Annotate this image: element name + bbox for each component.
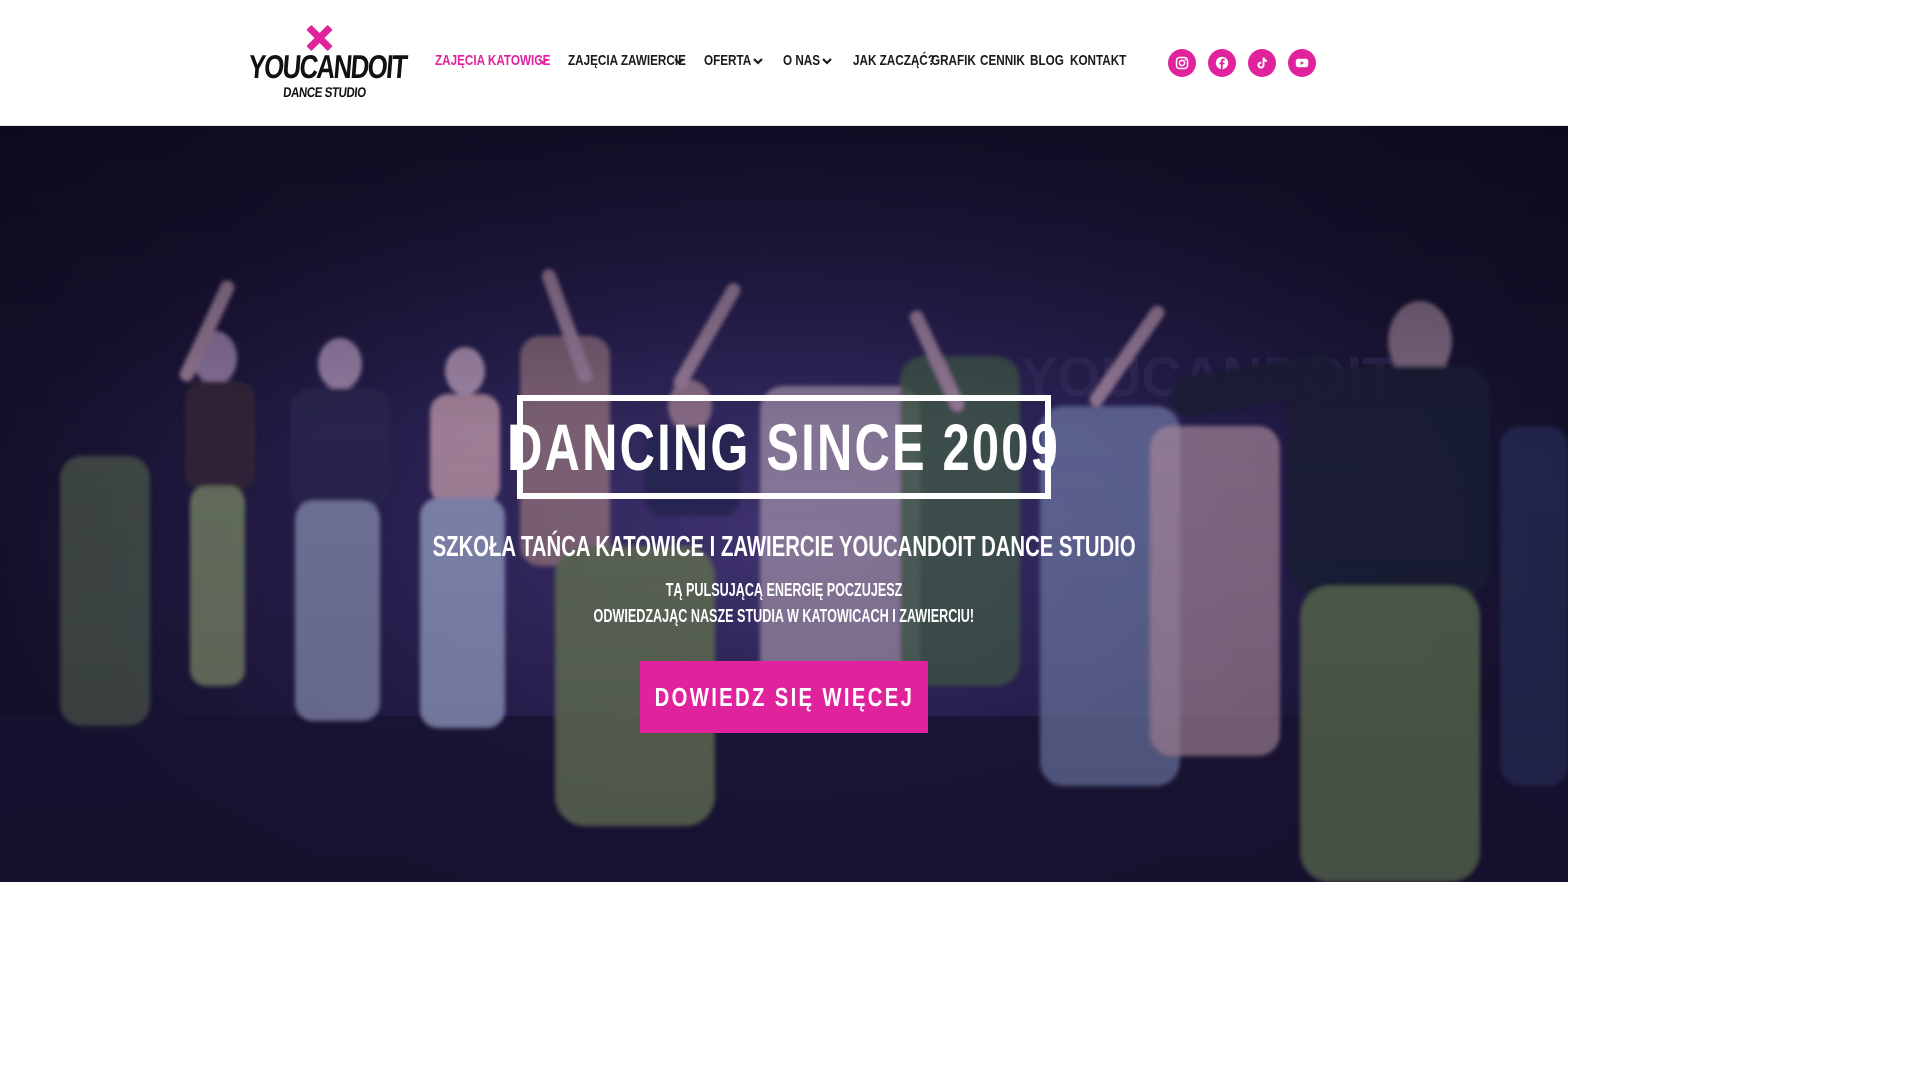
youtube-icon (1295, 58, 1309, 68)
headline-frame: DANCING SINCE 2009 (508, 395, 1058, 499)
learn-more-button[interactable]: DOWIEDZ SIĘ WIĘCEJ (640, 661, 928, 733)
chevron-down-icon (822, 56, 832, 66)
nav-item-label: JAK ZACZĄĆ? (853, 52, 935, 69)
nav-item-label: KONTAKT (1070, 52, 1127, 69)
logo-wordmark: YOUCANDOIT (247, 48, 408, 85)
logo[interactable]: YOUCANDOIT DANCE STUDIO (247, 22, 408, 104)
nav-item-zajecia-zawiercie[interactable]: ZAJĘCIA ZAWIERCIE (568, 50, 719, 72)
hero-overlay (0, 126, 1568, 882)
nav-item-blog[interactable]: BLOG (1030, 50, 1073, 72)
facebook-icon (1215, 56, 1229, 70)
hero-headline: DANCING SINCE 2009 (507, 410, 1061, 484)
facebook-link[interactable] (1208, 49, 1236, 77)
hero-description-line-1: TĄ PULSUJĄCĄ ENERGIĘ POCZUJESZ (665, 580, 903, 600)
chevron-down-icon (753, 56, 763, 66)
instagram-link[interactable] (1168, 49, 1196, 77)
nav-item-cennik[interactable]: CENNIK (980, 50, 1038, 72)
hero-description: TĄ PULSUJĄCĄ ENERGIĘ POCZUJESZ ODWIEDZAJ… (0, 577, 1568, 629)
nav-item-label: CENNIK (980, 52, 1025, 69)
nav-item-oferta[interactable]: OFERTA (704, 50, 765, 72)
instagram-icon (1175, 56, 1189, 70)
hero-description-line-2: ODWIEDZAJĄC NASZE STUDIA W KATOWICACH I … (593, 606, 975, 626)
nav-item-label: O NAS (783, 52, 821, 69)
tiktok-link[interactable] (1248, 49, 1276, 77)
site-header: YOUCANDOIT DANCE STUDIO ZAJĘCIA KATOWICE… (0, 0, 1568, 126)
nav-item-zajecia-katowice[interactable]: ZAJĘCIA KATOWICE (435, 50, 583, 72)
logo-subtitle: DANCE STUDIO (282, 84, 367, 100)
hero-subtitle: SZKOŁA TAŃCA KATOWICE I ZAWIERCIE YOUCAN… (0, 530, 1568, 564)
nav-item-label: BLOG (1030, 52, 1064, 69)
learn-more-button-label: DOWIEDZ SIĘ WIĘCEJ (654, 681, 914, 712)
youtube-link[interactable] (1288, 49, 1316, 77)
nav-item-label: GRAFIK (931, 52, 976, 69)
chevron-down-icon (674, 56, 684, 66)
tiktok-icon (1257, 57, 1267, 69)
nav-item-label: OFERTA (704, 52, 752, 69)
nav-item-label: ZAJĘCIA KATOWICE (435, 52, 551, 69)
nav-item-o-nas[interactable]: O NAS (783, 50, 832, 72)
nav-item-label: ZAJĘCIA ZAWIERCIE (568, 52, 686, 69)
hero-section: YOUCANDOIT (0, 126, 1568, 882)
nav-item-kontakt[interactable]: KONTAKT (1070, 50, 1142, 72)
chevron-down-icon (538, 56, 548, 66)
hero-subtitle-text: SZKOŁA TAŃCA KATOWICE I ZAWIERCIE YOUCAN… (432, 531, 1136, 563)
